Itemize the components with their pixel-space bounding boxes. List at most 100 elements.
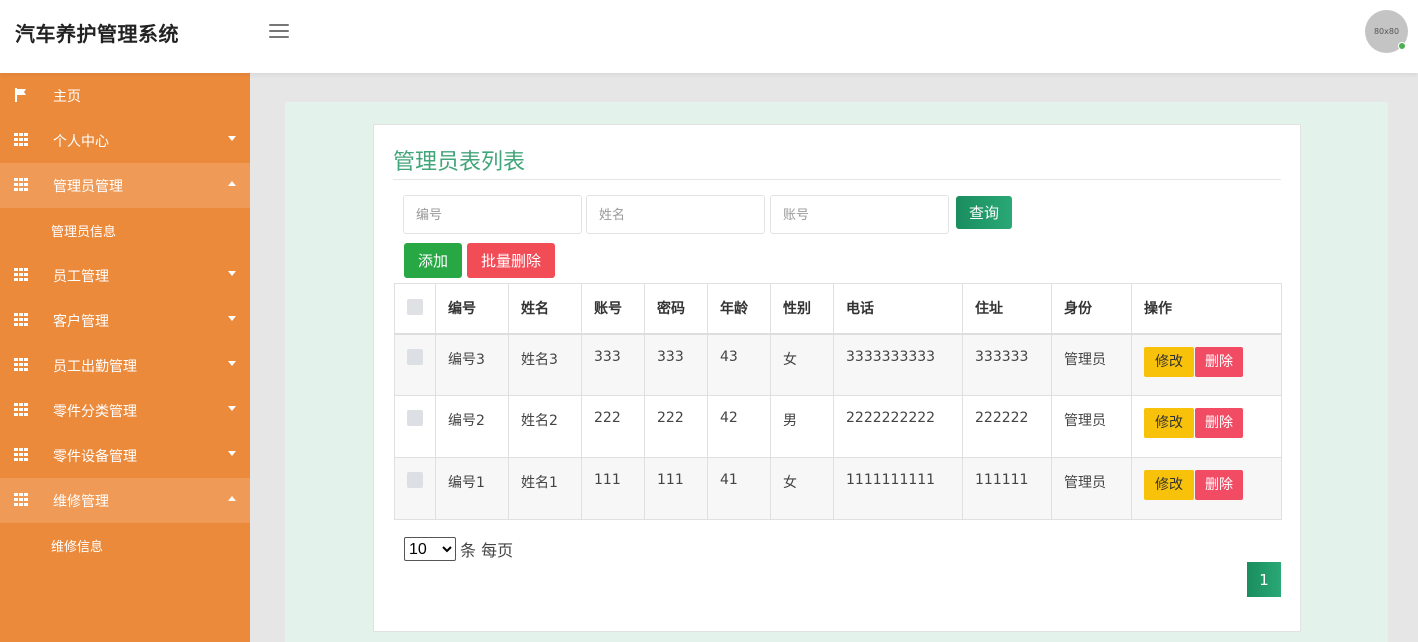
page-title: 管理员表列表 bbox=[393, 150, 526, 175]
account-search-input[interactable] bbox=[770, 195, 949, 234]
sidebar-item-home[interactable]: 主页 bbox=[0, 73, 250, 118]
row-select-cell bbox=[394, 395, 436, 458]
sidebar-item-staff-management[interactable]: 员工管理 bbox=[0, 253, 250, 298]
grid-icon bbox=[14, 403, 28, 417]
sidebar-item-label: 维修管理 bbox=[53, 494, 109, 510]
column-header: 住址 bbox=[962, 283, 1052, 335]
cell-id: 编号2 bbox=[435, 395, 509, 458]
chevron-up-icon bbox=[228, 181, 236, 186]
sidebar-item-part-category-management[interactable]: 零件分类管理 bbox=[0, 388, 250, 433]
query-button[interactable]: 查询 bbox=[956, 196, 1012, 229]
grid-icon bbox=[14, 133, 28, 147]
column-header: 编号 bbox=[435, 283, 509, 335]
delete-button[interactable]: 删除 bbox=[1195, 470, 1243, 500]
select-all-checkbox[interactable] bbox=[407, 299, 423, 316]
hamburger-menu-icon[interactable] bbox=[269, 24, 289, 40]
row-checkbox[interactable] bbox=[407, 472, 423, 488]
top-header: 汽车养护管理系统 80x80 bbox=[0, 0, 1418, 73]
grid-icon bbox=[14, 358, 28, 372]
cell-role: 管理员 bbox=[1051, 333, 1132, 396]
page-size-select[interactable]: 10 bbox=[404, 537, 456, 561]
cell-age: 41 bbox=[707, 457, 771, 520]
edit-button[interactable]: 修改 bbox=[1144, 470, 1194, 500]
cell-actions: 修改 删除 bbox=[1131, 395, 1282, 458]
chevron-down-icon bbox=[228, 271, 236, 276]
grid-icon bbox=[14, 178, 28, 192]
admin-table: 编号 姓名 账号 密码 年龄 性别 电话 住址 身份 操作 编号3 姓名3 33… bbox=[394, 283, 1282, 520]
cell-actions: 修改 删除 bbox=[1131, 333, 1282, 396]
column-header: 姓名 bbox=[508, 283, 582, 335]
cell-password: 333 bbox=[644, 333, 708, 396]
app-title: 汽车养护管理系统 bbox=[15, 22, 179, 46]
cell-id: 编号1 bbox=[435, 457, 509, 520]
row-checkbox[interactable] bbox=[407, 348, 423, 365]
table-row: 编号2 姓名2 222 222 42 男 2222222222 222222 管… bbox=[394, 395, 1282, 458]
sidebar-item-label: 个人中心 bbox=[53, 134, 109, 150]
page-size-suffix: 条 每页 bbox=[460, 541, 514, 560]
row-select-cell bbox=[394, 333, 436, 396]
sidebar: 主页 个人中心 管理员管理 管理员信息 员工管理 客户管理 员工出勤管理 零件分… bbox=[0, 73, 250, 642]
list-card: 管理员表列表 查询 添加 批量删除 编号 姓名 账号 密码 年龄 性别 电话 住… bbox=[373, 124, 1301, 632]
table-header-row: 编号 姓名 账号 密码 年龄 性别 电话 住址 身份 操作 bbox=[394, 283, 1282, 335]
grid-icon bbox=[14, 313, 28, 327]
cell-role: 管理员 bbox=[1051, 457, 1132, 520]
sidebar-item-customer-management[interactable]: 客户管理 bbox=[0, 298, 250, 343]
sidebar-subitem-repair-info[interactable]: 维修信息 bbox=[0, 523, 250, 568]
column-header: 年龄 bbox=[707, 283, 771, 335]
sidebar-item-label: 客户管理 bbox=[53, 314, 109, 330]
select-all-cell bbox=[394, 283, 436, 335]
sidebar-item-repair-management[interactable]: 维修管理 bbox=[0, 478, 250, 523]
sidebar-item-attendance-management[interactable]: 员工出勤管理 bbox=[0, 343, 250, 388]
flag-icon bbox=[15, 88, 26, 102]
sidebar-subitem-admin-info[interactable]: 管理员信息 bbox=[0, 208, 250, 253]
column-header: 电话 bbox=[833, 283, 963, 335]
edit-button[interactable]: 修改 bbox=[1144, 346, 1194, 377]
cell-password: 222 bbox=[644, 395, 708, 458]
sidebar-item-label: 主页 bbox=[53, 89, 81, 105]
name-search-input[interactable] bbox=[586, 195, 765, 234]
cell-account: 111 bbox=[581, 457, 645, 520]
chevron-down-icon bbox=[228, 316, 236, 321]
column-header: 账号 bbox=[581, 283, 645, 335]
online-status-dot bbox=[1398, 42, 1406, 50]
column-header: 密码 bbox=[644, 283, 708, 335]
cell-gender: 女 bbox=[770, 457, 834, 520]
cell-gender: 男 bbox=[770, 395, 834, 458]
sidebar-item-label: 员工管理 bbox=[53, 269, 109, 285]
add-button[interactable]: 添加 bbox=[404, 243, 462, 278]
sidebar-item-label: 零件分类管理 bbox=[53, 404, 137, 420]
chevron-down-icon bbox=[228, 451, 236, 456]
table-row: 编号3 姓名3 333 333 43 女 3333333333 333333 管… bbox=[394, 333, 1282, 396]
row-select-cell bbox=[394, 457, 436, 520]
cell-name: 姓名3 bbox=[508, 333, 582, 396]
column-header: 操作 bbox=[1131, 283, 1282, 335]
edit-button[interactable]: 修改 bbox=[1144, 408, 1194, 438]
sidebar-item-part-equipment-management[interactable]: 零件设备管理 bbox=[0, 433, 250, 478]
row-checkbox[interactable] bbox=[407, 410, 423, 426]
grid-icon bbox=[14, 493, 28, 507]
cell-id: 编号3 bbox=[435, 333, 509, 396]
column-header: 性别 bbox=[770, 283, 834, 335]
delete-button[interactable]: 删除 bbox=[1195, 408, 1243, 438]
cell-actions: 修改 删除 bbox=[1131, 457, 1282, 520]
table-row: 编号1 姓名1 111 111 41 女 1111111111 111111 管… bbox=[394, 457, 1282, 520]
page-number-button[interactable]: 1 bbox=[1247, 562, 1281, 597]
id-search-input[interactable] bbox=[403, 195, 582, 234]
cell-role: 管理员 bbox=[1051, 395, 1132, 458]
cell-address: 333333 bbox=[962, 333, 1052, 396]
sidebar-item-label: 零件设备管理 bbox=[53, 449, 137, 465]
cell-address: 222222 bbox=[962, 395, 1052, 458]
sidebar-item-admin-management[interactable]: 管理员管理 bbox=[0, 163, 250, 208]
cell-age: 42 bbox=[707, 395, 771, 458]
cell-age: 43 bbox=[707, 333, 771, 396]
sidebar-item-label: 员工出勤管理 bbox=[53, 359, 137, 375]
sidebar-item-personal-center[interactable]: 个人中心 bbox=[0, 118, 250, 163]
cell-phone: 2222222222 bbox=[833, 395, 963, 458]
delete-button[interactable]: 删除 bbox=[1195, 346, 1243, 377]
cell-account: 333 bbox=[581, 333, 645, 396]
batch-delete-button[interactable]: 批量删除 bbox=[467, 243, 555, 278]
divider bbox=[393, 179, 1281, 180]
sidebar-item-label: 管理员管理 bbox=[53, 179, 123, 195]
cell-gender: 女 bbox=[770, 333, 834, 396]
chevron-down-icon bbox=[228, 406, 236, 411]
